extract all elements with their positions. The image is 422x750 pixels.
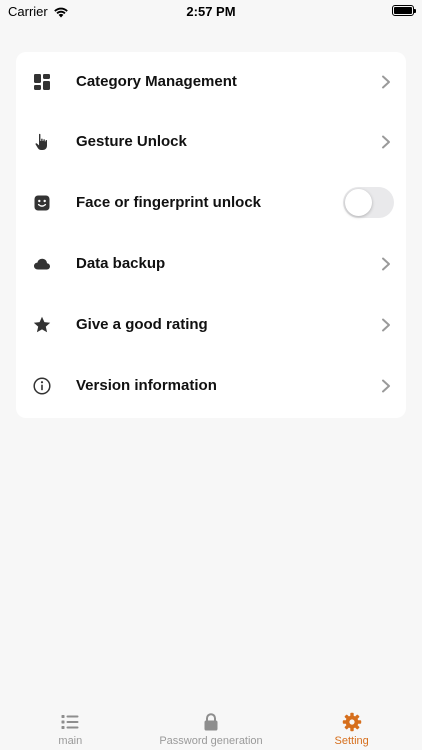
tab-label: Setting	[334, 735, 369, 747]
category-icon	[32, 72, 52, 92]
lock-icon	[204, 713, 218, 731]
settings-row-good-rating[interactable]: Give a good rating	[16, 294, 406, 355]
face-id-icon	[32, 193, 52, 213]
settings-row-label: Version information	[76, 377, 217, 394]
settings-row-label: Data backup	[76, 255, 166, 272]
chevron-right-icon	[380, 75, 392, 89]
tab-label: Password generation	[159, 735, 263, 747]
tab-setting[interactable]: Setting	[281, 702, 422, 750]
chevron-right-icon	[380, 379, 392, 393]
list-icon	[61, 715, 79, 729]
settings-row-gesture-unlock[interactable]: Gesture Unlock	[16, 111, 406, 172]
chevron-right-icon	[380, 318, 392, 332]
tab-label: main	[58, 735, 83, 747]
settings-row-version-information[interactable]: Version information	[16, 355, 406, 416]
chevron-right-icon	[380, 135, 392, 149]
status-time: 2:57 PM	[186, 4, 236, 19]
settings-row-data-backup[interactable]: Data backup	[16, 233, 406, 294]
settings-card: Category Management Gesture Unlock Face …	[16, 52, 406, 418]
tab-password-generation[interactable]: Password generation	[141, 702, 282, 750]
info-icon	[32, 376, 52, 396]
settings-row-label: Face or fingerprint unlock	[76, 194, 262, 211]
toggle-knob	[345, 189, 372, 216]
cloud-icon	[32, 254, 52, 274]
star-icon	[32, 315, 52, 335]
chevron-right-icon	[380, 257, 392, 271]
settings-row-category-management[interactable]: Category Management	[16, 52, 406, 111]
face-fingerprint-toggle[interactable]	[343, 187, 394, 218]
settings-row-label: Gesture Unlock	[76, 133, 187, 150]
tab-bar: main Password generation Setting	[0, 702, 422, 750]
hand-pointer-icon	[32, 132, 52, 152]
settings-row-label: Give a good rating	[76, 316, 208, 333]
settings-row-label: Category Management	[76, 73, 237, 90]
battery-icon	[392, 5, 416, 16]
gear-icon	[342, 712, 361, 732]
status-bar: Carrier 2:57 PM	[0, 0, 422, 24]
tab-main[interactable]: main	[0, 702, 141, 750]
settings-row-face-fingerprint-unlock: Face or fingerprint unlock	[16, 172, 406, 233]
